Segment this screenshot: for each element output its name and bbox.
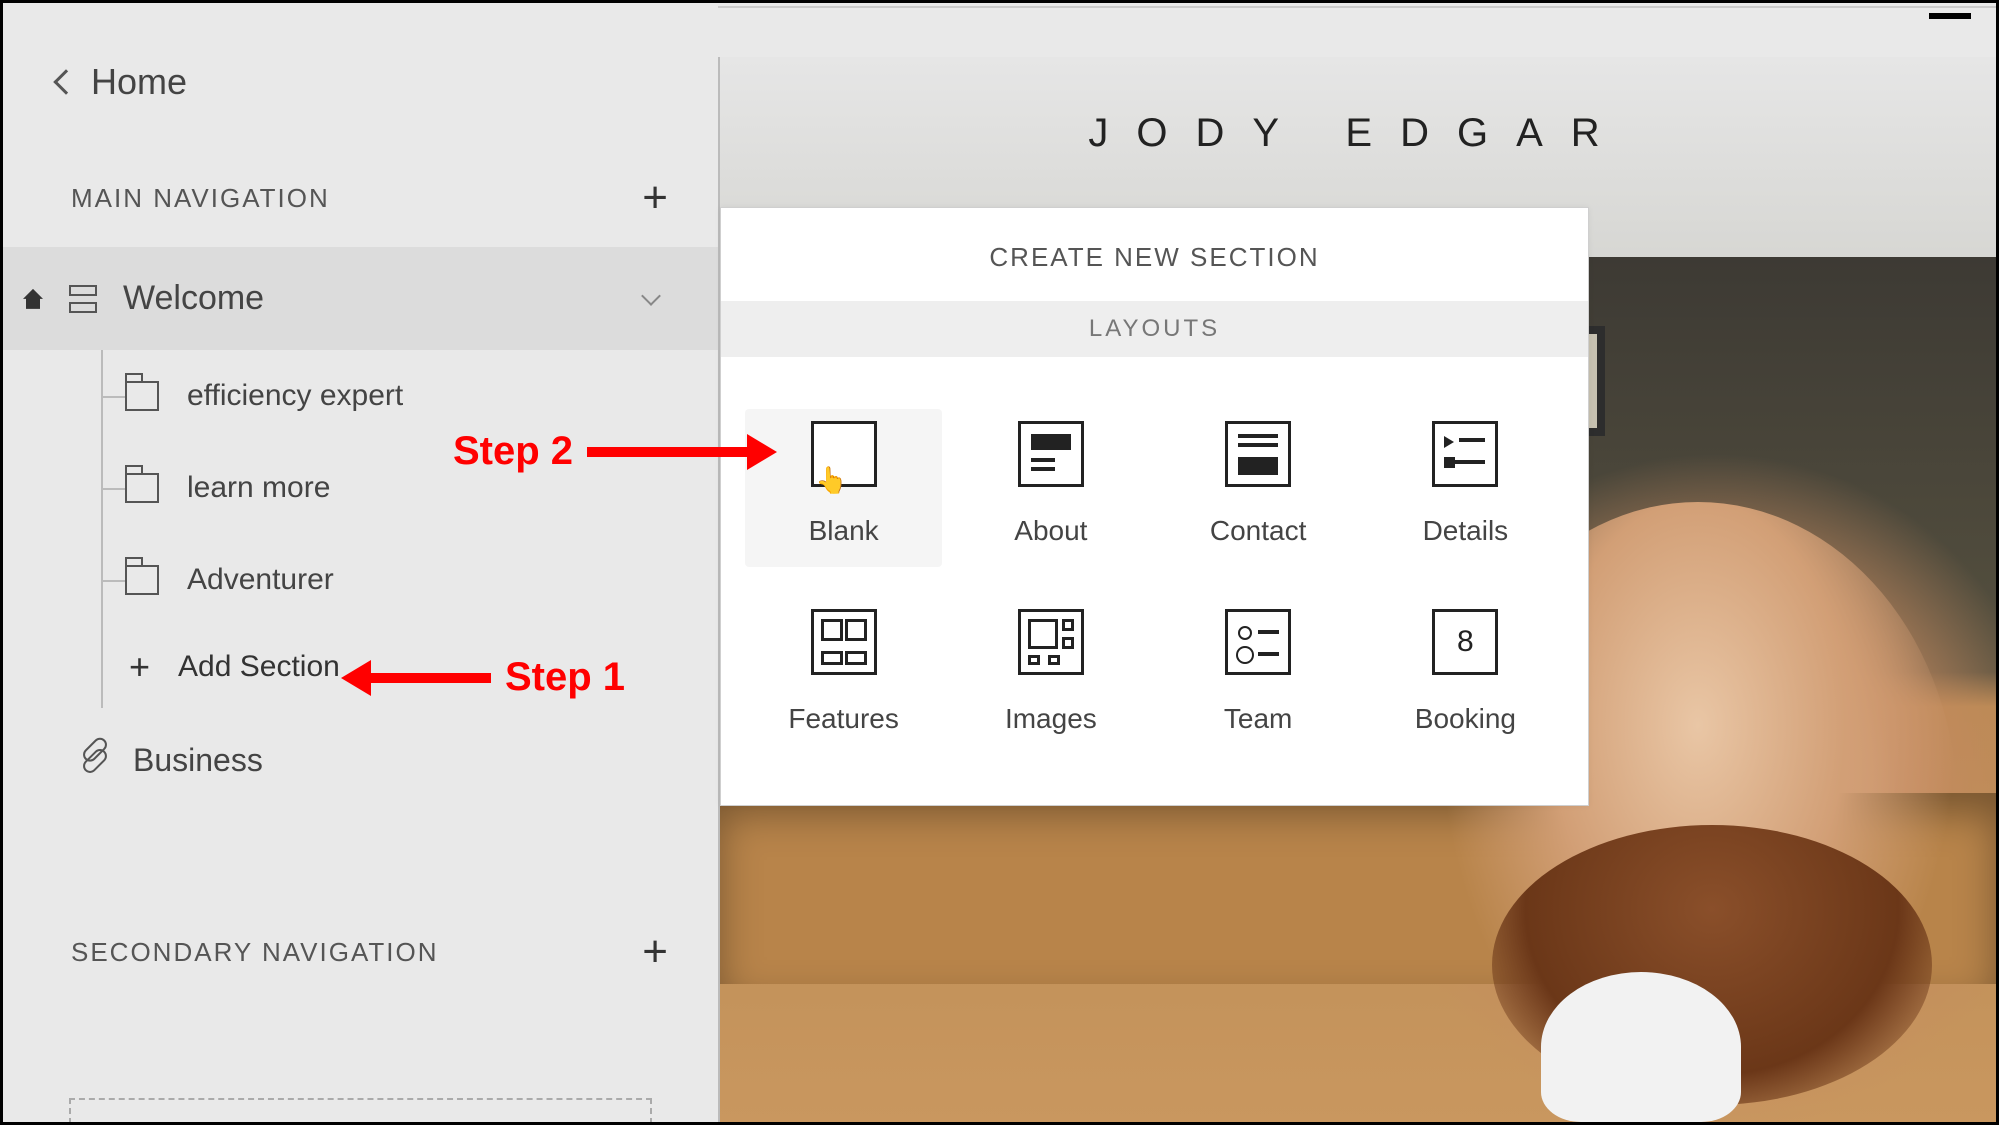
layout-label: About <box>1014 515 1087 547</box>
page-stack-icon <box>69 285 97 313</box>
blank-layout-icon <box>811 421 877 487</box>
preview-canvas: JODY EDGAR CREATE NEW SECTION LAYOUTS 👆 … <box>718 57 1996 1122</box>
layout-label: Features <box>788 703 899 735</box>
layout-option-features[interactable]: Features <box>745 597 942 755</box>
section-icon <box>125 473 159 503</box>
details-layout-icon <box>1432 421 1498 487</box>
booking-layout-icon: 8 <box>1432 609 1498 675</box>
sidebar: Home MAIN NAVIGATION + Welcome efficienc… <box>3 3 718 1122</box>
layout-option-contact[interactable]: Contact <box>1160 409 1357 567</box>
secondary-nav-empty[interactable]: This navigation is empty <box>69 1098 652 1125</box>
plus-icon: + <box>129 649 150 685</box>
layout-option-images[interactable]: Images <box>952 597 1149 755</box>
add-section-label: Add Section <box>178 650 340 684</box>
back-label: Home <box>91 61 187 103</box>
create-section-dialog: CREATE NEW SECTION LAYOUTS 👆 Blank About… <box>720 207 1589 806</box>
secondary-navigation-label: SECONDARY NAVIGATION <box>71 937 438 968</box>
annotation-step2: Step 2 <box>453 429 777 474</box>
section-label: efficiency expert <box>187 379 403 413</box>
layout-label: Blank <box>809 515 879 547</box>
chevron-down-icon[interactable] <box>641 286 661 306</box>
dialog-title: CREATE NEW SECTION <box>721 208 1588 301</box>
home-icon <box>23 289 43 309</box>
hamburger-icon[interactable] <box>1929 13 1971 19</box>
page-label: Welcome <box>123 279 264 318</box>
main-navigation-label: MAIN NAVIGATION <box>71 183 330 214</box>
contact-layout-icon <box>1225 421 1291 487</box>
chevron-left-icon <box>53 69 78 94</box>
images-layout-icon <box>1018 609 1084 675</box>
main-navigation-header: MAIN NAVIGATION + <box>3 149 718 247</box>
sidebar-link-business[interactable]: Business <box>3 708 718 813</box>
section-label: Adventurer <box>187 563 334 597</box>
dialog-subtitle: LAYOUTS <box>721 301 1588 357</box>
sidebar-page-welcome[interactable]: Welcome <box>3 247 718 350</box>
annotation-step1: Step 1 <box>341 655 625 700</box>
link-label: Business <box>133 742 263 779</box>
section-icon <box>125 565 159 595</box>
section-icon <box>125 381 159 411</box>
app-frame: Home MAIN NAVIGATION + Welcome efficienc… <box>0 0 1999 1125</box>
back-button[interactable]: Home <box>3 3 718 149</box>
layout-option-team[interactable]: Team <box>1160 597 1357 755</box>
add-secondary-page-button[interactable]: + <box>636 933 674 971</box>
section-item[interactable]: Adventurer <box>101 534 718 626</box>
annotation-step2-label: Step 2 <box>453 429 573 474</box>
team-layout-icon <box>1225 609 1291 675</box>
site-title: JODY EDGAR <box>720 57 1996 200</box>
add-page-button[interactable]: + <box>636 179 674 217</box>
layout-label: Details <box>1423 515 1509 547</box>
section-label: learn more <box>187 471 330 505</box>
layout-grid: 👆 Blank About Contact Details <box>721 357 1588 805</box>
secondary-navigation-header: SECONDARY NAVIGATION + <box>3 903 718 1001</box>
layout-label: Team <box>1224 703 1292 735</box>
layout-option-booking[interactable]: 8 Booking <box>1367 597 1564 755</box>
link-icon <box>80 746 110 776</box>
features-layout-icon <box>811 609 877 675</box>
layout-option-about[interactable]: About <box>952 409 1149 567</box>
layout-label: Contact <box>1210 515 1307 547</box>
layout-option-details[interactable]: Details <box>1367 409 1564 567</box>
annotation-step1-label: Step 1 <box>505 655 625 700</box>
about-layout-icon <box>1018 421 1084 487</box>
layout-label: Booking <box>1415 703 1516 735</box>
layout-label: Images <box>1005 703 1097 735</box>
